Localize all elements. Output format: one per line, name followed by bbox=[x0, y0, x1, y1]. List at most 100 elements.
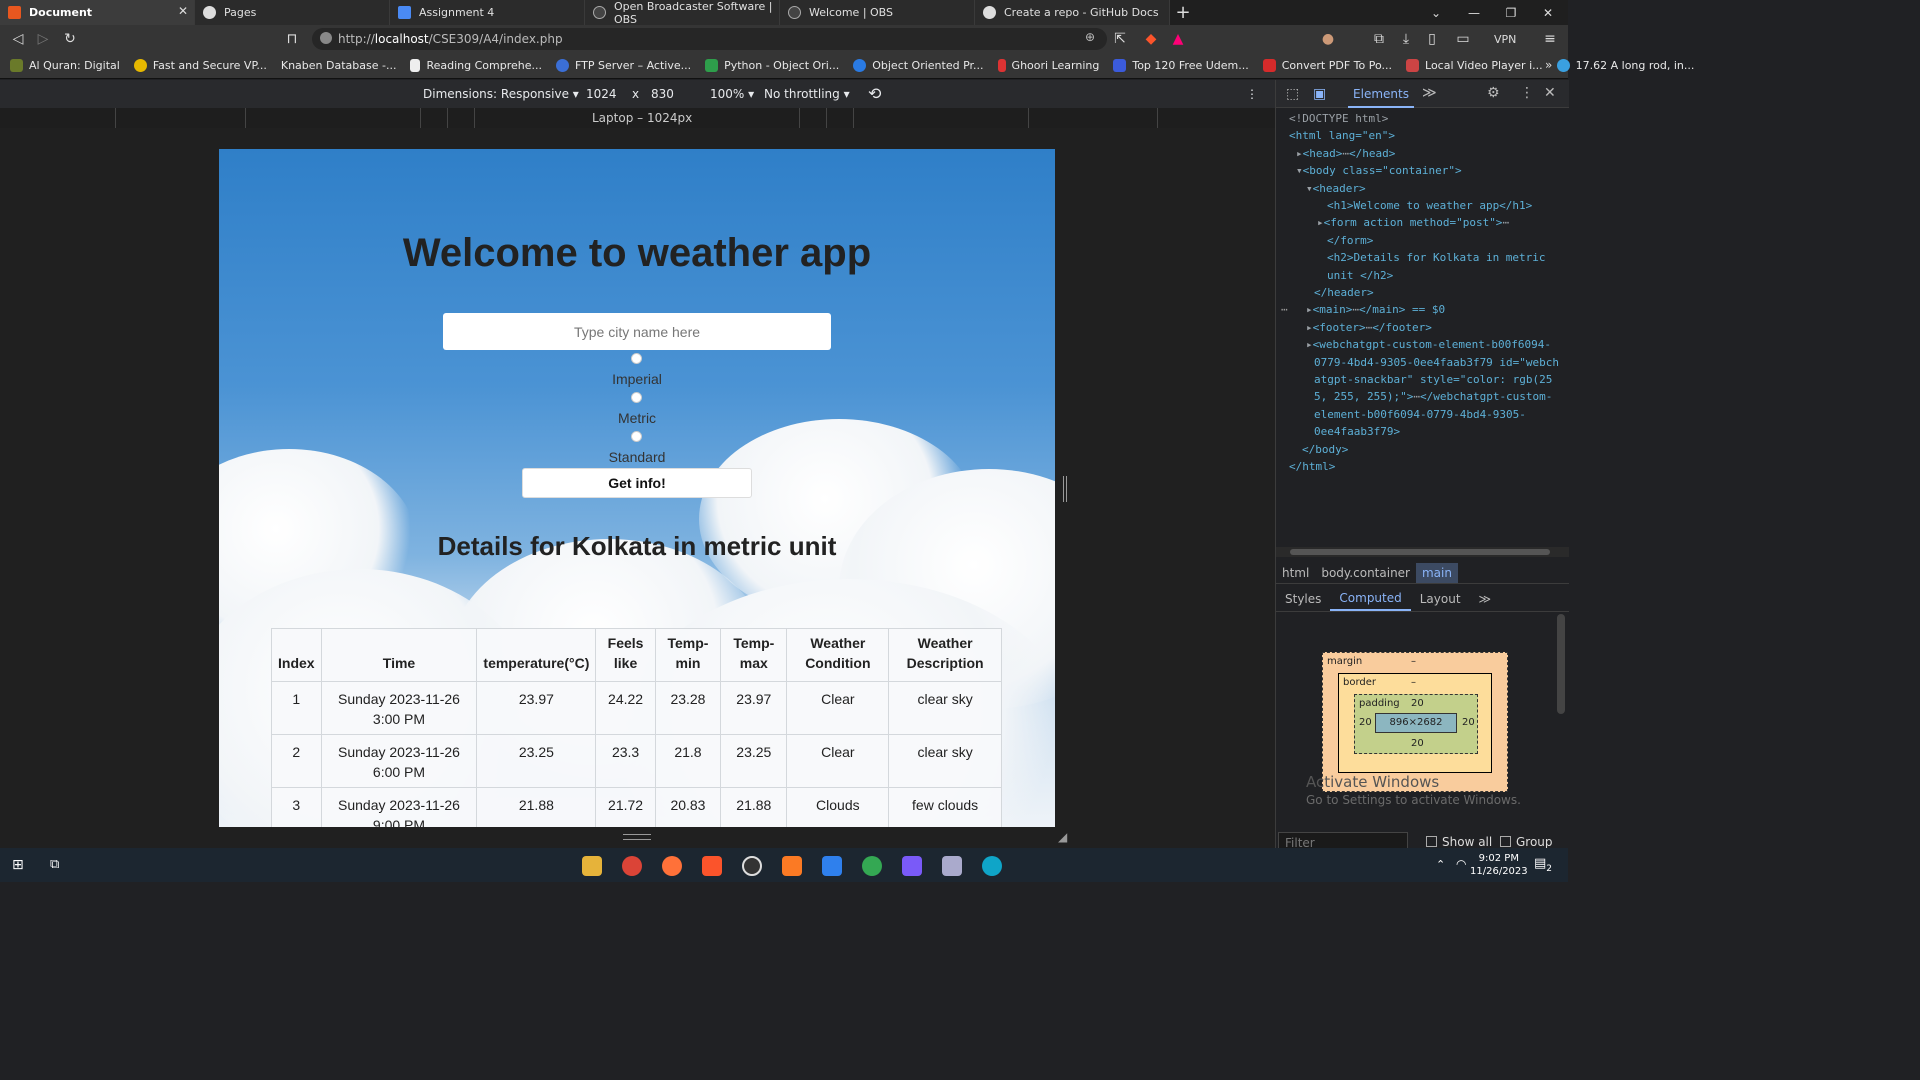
rotate-icon[interactable]: ⟲ bbox=[868, 84, 881, 103]
devtools-close-icon[interactable]: ✕ bbox=[1544, 85, 1556, 101]
device-toggle-icon[interactable]: ▣ bbox=[1313, 86, 1326, 102]
tab-search-icon[interactable]: ⌄ bbox=[1418, 0, 1454, 25]
city-input[interactable] bbox=[443, 313, 831, 350]
new-tab-button[interactable]: + bbox=[1170, 0, 1196, 25]
bookmark-item[interactable]: Reading Comprehe... bbox=[410, 59, 542, 72]
dom-header[interactable]: ▾<header> bbox=[1306, 180, 1366, 197]
crumb-main[interactable]: main bbox=[1415, 562, 1458, 583]
reload-icon[interactable]: ↻ bbox=[60, 29, 80, 49]
dom-doctype[interactable]: <!DOCTYPE html> bbox=[1289, 110, 1388, 127]
tab-obs[interactable]: Open Broadcaster Software | OBS bbox=[585, 0, 780, 26]
download-icon[interactable]: ⤓ bbox=[1396, 29, 1416, 49]
media-player-icon[interactable] bbox=[742, 856, 762, 876]
task-view-icon[interactable]: ⧉ bbox=[50, 857, 59, 872]
bookmark-item[interactable]: Knaben Database -... bbox=[281, 59, 397, 72]
notification-icon[interactable]: ▤2 bbox=[1534, 856, 1552, 874]
bookmark-item[interactable]: Python - Object Ori... bbox=[705, 59, 839, 72]
expand-icon[interactable]: ▸ bbox=[1317, 216, 1324, 229]
crumb-body[interactable]: body.container bbox=[1315, 563, 1416, 583]
radio-metric[interactable] bbox=[631, 392, 642, 403]
tab-assignment[interactable]: Assignment 4 bbox=[390, 0, 585, 25]
bookmark-item[interactable]: Ghoori Learning bbox=[997, 59, 1099, 72]
forward-icon[interactable]: ▷ bbox=[33, 29, 53, 49]
collapse-icon[interactable]: ▾ bbox=[1306, 182, 1313, 195]
dimensions-select[interactable]: Dimensions: Responsive ▾ bbox=[423, 87, 579, 101]
show-all-checkbox[interactable]: Show all bbox=[1426, 835, 1492, 849]
height-input[interactable]: 830 bbox=[651, 87, 674, 101]
horizontal-scrollbar[interactable] bbox=[1276, 547, 1569, 557]
more-bookmarks-icon[interactable]: » bbox=[1545, 58, 1552, 72]
extensions-icon[interactable]: ⧉ bbox=[1369, 29, 1389, 49]
brave-shield-icon[interactable]: ◆ bbox=[1141, 29, 1161, 49]
share-icon[interactable]: ⇱ bbox=[1110, 29, 1130, 49]
discord-icon[interactable] bbox=[902, 856, 922, 876]
dom-form[interactable]: ▸<form action method="post">⋯ bbox=[1317, 214, 1509, 231]
zoom-icon[interactable]: ⊕ bbox=[1085, 30, 1095, 44]
dom-footer[interactable]: ▸<footer>⋯</footer> bbox=[1306, 319, 1432, 336]
edge-icon[interactable] bbox=[982, 856, 1002, 876]
tab-layout[interactable]: Layout bbox=[1411, 588, 1470, 610]
expand-icon[interactable]: ▸ bbox=[1306, 321, 1313, 334]
bookmark-item[interactable]: Object Oriented Pr... bbox=[853, 59, 984, 72]
tab-welcome-obs[interactable]: Welcome | OBS bbox=[780, 0, 975, 25]
more-tabs-icon[interactable]: ≫ bbox=[1422, 85, 1437, 101]
more-tabs-icon[interactable]: ≫ bbox=[1470, 588, 1501, 610]
tab-github-docs[interactable]: Create a repo - GitHub Docs bbox=[975, 0, 1170, 25]
brave-icon[interactable] bbox=[702, 856, 722, 876]
zoom-select[interactable]: 100% ▾ bbox=[710, 87, 754, 101]
vpn-button[interactable]: VPN bbox=[1494, 33, 1516, 46]
expand-icon[interactable]: ▸ bbox=[1296, 147, 1303, 160]
dom-html-open[interactable]: <html lang="en"> bbox=[1289, 127, 1395, 144]
bookmark-item[interactable]: Al Quran: Digital bbox=[10, 59, 120, 72]
vscode-icon[interactable] bbox=[822, 856, 842, 876]
expand-icon[interactable]: ▸ bbox=[1306, 303, 1313, 316]
dom-h2[interactable]: <h2>Details for Kolkata in metric bbox=[1327, 249, 1546, 266]
wifi-icon[interactable]: ◠ bbox=[1456, 857, 1466, 871]
tray-chevron-icon[interactable]: ⌃ bbox=[1436, 858, 1445, 871]
throttle-select[interactable]: No throttling ▾ bbox=[764, 87, 850, 101]
menu-icon[interactable]: ≡ bbox=[1540, 29, 1560, 49]
tab-elements[interactable]: Elements bbox=[1348, 80, 1414, 108]
close-icon[interactable]: ✕ bbox=[178, 4, 188, 18]
notepad-icon[interactable] bbox=[942, 856, 962, 876]
bookmark-item[interactable]: Top 120 Free Udem... bbox=[1113, 59, 1249, 72]
get-info-button[interactable]: Get info! bbox=[522, 468, 752, 498]
chrome-profile-icon[interactable] bbox=[862, 856, 882, 876]
sidebar-icon[interactable]: ▯ bbox=[1422, 29, 1442, 49]
system-clock[interactable]: 9:02 PM 11/26/2023 bbox=[1470, 852, 1528, 878]
bookmark-item[interactable]: Convert PDF To Po... bbox=[1262, 59, 1392, 72]
width-input[interactable]: 1024 bbox=[586, 87, 617, 101]
wallet-icon[interactable]: ▭ bbox=[1453, 29, 1473, 49]
corner-resize-icon[interactable]: ◢ bbox=[1058, 830, 1067, 844]
media-query-bar[interactable]: Laptop – 1024px bbox=[0, 108, 1275, 128]
dom-custom-element[interactable]: ▸<webchatgpt-custom-element-b00f6094- bbox=[1306, 336, 1551, 353]
profile-icon[interactable]: ● bbox=[1318, 29, 1338, 49]
group-checkbox[interactable]: Group bbox=[1500, 835, 1553, 849]
bookmark-item[interactable]: FTP Server – Active... bbox=[556, 59, 691, 72]
tab-document[interactable]: Document ✕ bbox=[0, 0, 195, 25]
tab-pages[interactable]: Pages bbox=[195, 0, 390, 25]
settings-gear-icon[interactable]: ⚙ bbox=[1487, 85, 1500, 101]
brave-rewards-icon[interactable]: ▲ bbox=[1168, 29, 1188, 49]
radio-standard[interactable] bbox=[631, 431, 642, 442]
devtools-menu-icon[interactable]: ⋮ bbox=[1520, 85, 1534, 101]
more-options-icon[interactable]: ⋮ bbox=[1246, 87, 1258, 101]
bookmark-icon[interactable]: ⊓ bbox=[282, 29, 302, 49]
bookmark-item[interactable]: 17.62 A long rod, in... bbox=[1556, 59, 1694, 72]
tab-computed[interactable]: Computed bbox=[1330, 587, 1411, 611]
tab-styles[interactable]: Styles bbox=[1276, 588, 1330, 610]
file-explorer-icon[interactable] bbox=[582, 856, 602, 876]
collapse-icon[interactable]: ▾ bbox=[1296, 164, 1303, 177]
dom-body[interactable]: ▾<body class="container"> bbox=[1296, 162, 1462, 179]
window-close-icon[interactable]: ✕ bbox=[1530, 0, 1566, 25]
dom-main-selected[interactable]: ▸<main>⋯</main> == $0 bbox=[1306, 301, 1445, 318]
minimize-icon[interactable]: — bbox=[1456, 0, 1492, 25]
restore-icon[interactable]: ❐ bbox=[1493, 0, 1529, 25]
vertical-scrollbar[interactable] bbox=[1557, 614, 1565, 714]
address-bar[interactable]: http://localhost/CSE309/A4/index.php ⊕ bbox=[312, 28, 1107, 50]
radio-imperial[interactable] bbox=[631, 353, 642, 364]
chrome-icon[interactable] bbox=[622, 856, 642, 876]
crumb-html[interactable]: html bbox=[1276, 563, 1315, 583]
bookmark-item[interactable]: Local Video Player i... bbox=[1406, 59, 1543, 72]
xampp-icon[interactable] bbox=[782, 856, 802, 876]
